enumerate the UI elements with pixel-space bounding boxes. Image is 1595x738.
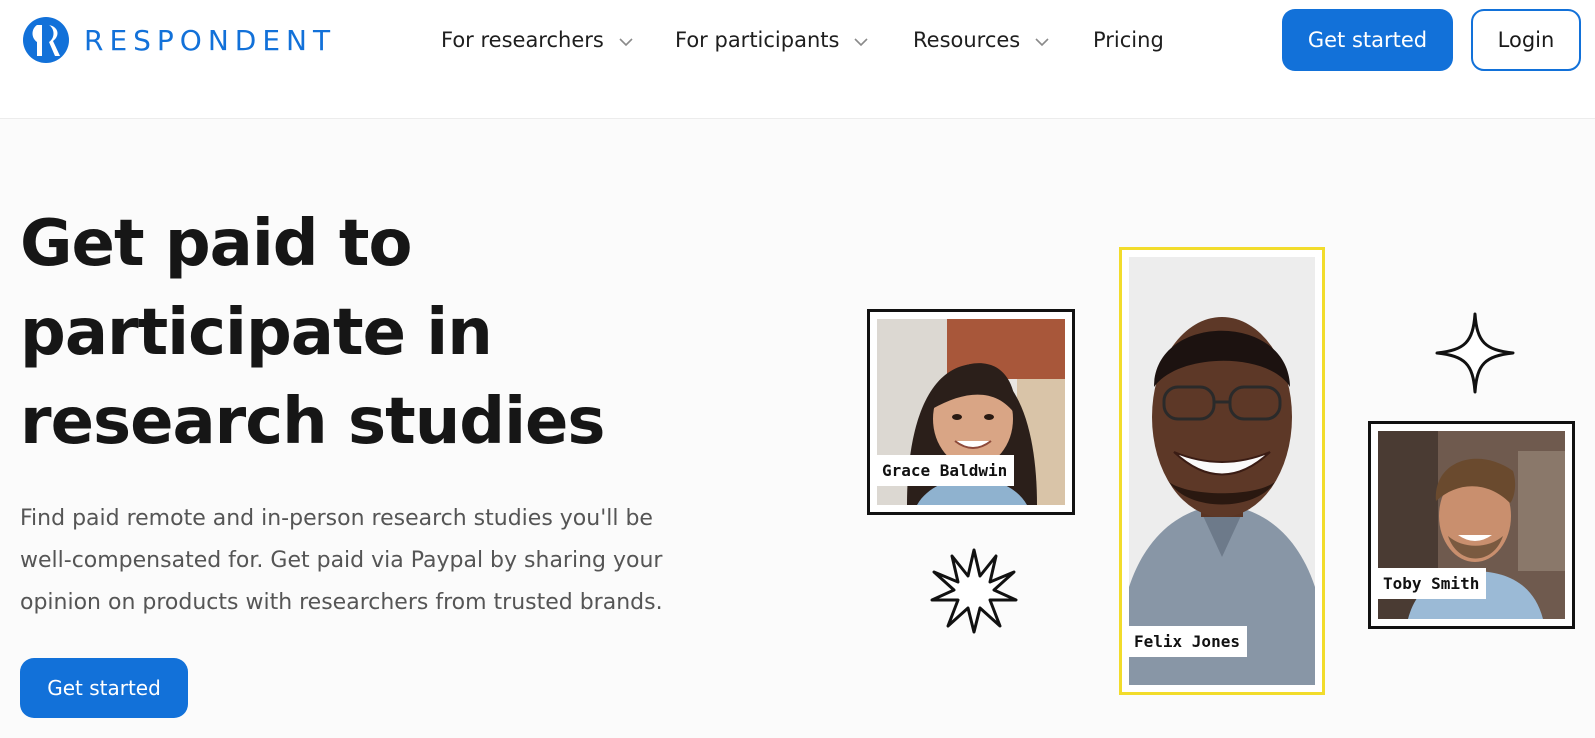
sparkle-icon <box>1435 312 1515 394</box>
nav-label: Pricing <box>1093 28 1164 52</box>
nav-resources[interactable]: Resources <box>913 24 1050 56</box>
nav-label: For researchers <box>441 28 604 52</box>
participant-photo <box>1129 257 1315 685</box>
participant-card-felix: Felix Jones <box>1119 247 1325 695</box>
brand-name: RESPONDENT <box>84 23 337 57</box>
site-header: RESPONDENT For researchers For participa… <box>0 0 1595 119</box>
participant-photo-image <box>1129 257 1315 685</box>
logo[interactable]: RESPONDENT <box>22 16 336 64</box>
hero-title: Get paid to participate in research stud… <box>20 200 720 467</box>
nav-label: For participants <box>675 28 840 52</box>
nav-for-researchers[interactable]: For researchers <box>441 24 634 56</box>
participant-name-tag: Felix Jones <box>1127 626 1247 657</box>
hero-get-started-button[interactable]: Get started <box>20 658 188 718</box>
nav-pricing[interactable]: Pricing <box>1093 24 1164 56</box>
chevron-down-icon <box>1035 37 1049 46</box>
nav-for-participants[interactable]: For participants <box>675 24 869 56</box>
login-button[interactable]: Login <box>1471 9 1581 71</box>
participant-name-tag: Grace Baldwin <box>875 455 1015 486</box>
participant-name-tag: Toby Smith <box>1376 568 1487 599</box>
hero-title-line: Get paid to <box>20 207 412 281</box>
page: RESPONDENT For researchers For participa… <box>0 0 1595 738</box>
participant-card-toby: Toby Smith <box>1368 421 1575 629</box>
participant-card-grace: Grace Baldwin <box>867 309 1075 515</box>
hero-title-line: participate in <box>20 296 493 370</box>
hero-subtitle: Find paid remote and in-person research … <box>20 506 663 615</box>
header-get-started-button[interactable]: Get started <box>1282 9 1453 71</box>
chevron-down-icon <box>619 37 633 46</box>
chevron-down-icon <box>854 37 869 46</box>
nav-label: Resources <box>913 28 1021 52</box>
hero-title-line: research studies <box>20 385 605 459</box>
respondent-logo-icon <box>23 17 69 63</box>
starburst-icon <box>930 548 1018 634</box>
